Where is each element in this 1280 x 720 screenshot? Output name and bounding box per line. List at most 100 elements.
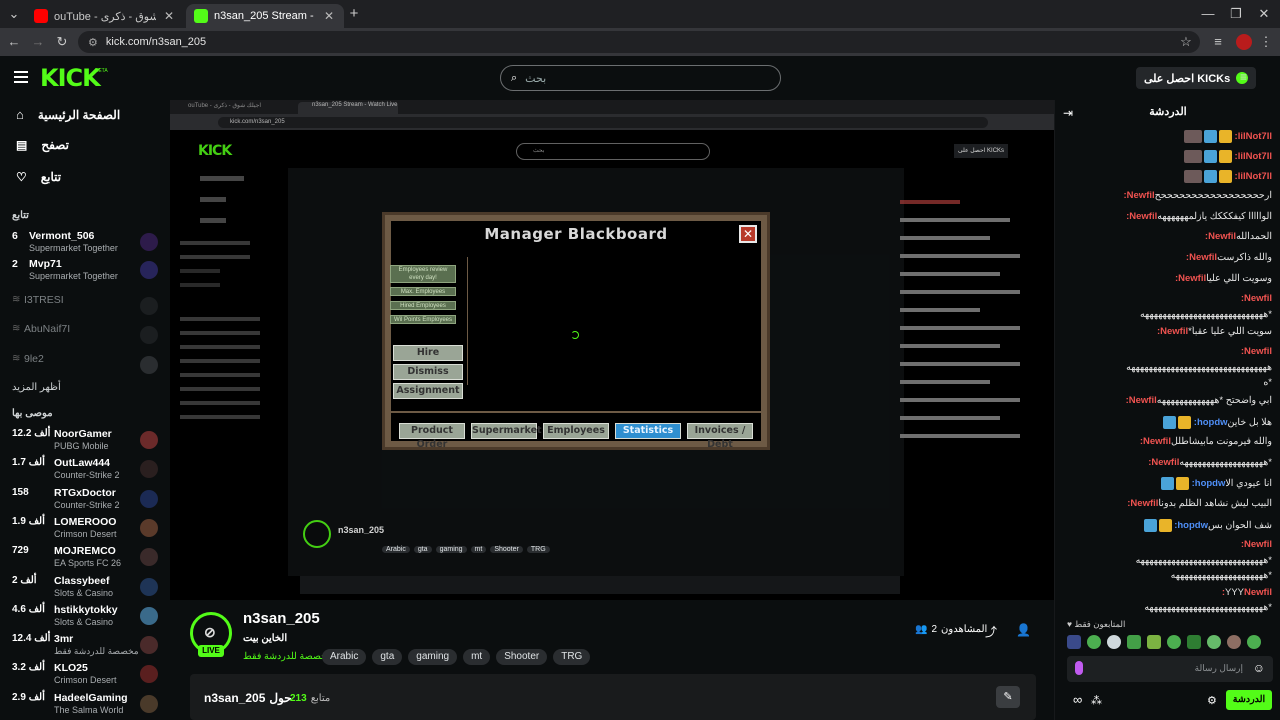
chat-username[interactable]: Newfil: bbox=[1205, 231, 1236, 242]
microphone-icon[interactable] bbox=[1075, 661, 1083, 675]
reload-icon[interactable]: ↻ bbox=[54, 34, 70, 50]
emote-icon[interactable] bbox=[1167, 635, 1181, 649]
chat-username[interactable]: lilNot7Il: bbox=[1235, 131, 1272, 142]
stream-category[interactable]: مخصصة للدردشة فقط bbox=[243, 651, 332, 662]
get-kicks-button[interactable]: احصل على KICKs bbox=[1136, 67, 1257, 89]
tab-search-icon[interactable]: ⌄ bbox=[6, 6, 22, 22]
tag[interactable]: gaming bbox=[408, 649, 458, 665]
close-icon[interactable]: ✕ bbox=[322, 9, 336, 23]
game-side-button[interactable]: Max. Employees bbox=[390, 287, 456, 296]
recommended-channel[interactable]: 729 MOJREMCO EA Sports FC 26 bbox=[10, 545, 160, 573]
chat-username[interactable]: Newfil: bbox=[1241, 539, 1272, 550]
emote-icon[interactable] bbox=[1067, 635, 1081, 649]
recommended-channel[interactable]: 2 ألف Classybeef Slots & Casino bbox=[10, 575, 160, 603]
tag[interactable]: Shooter bbox=[496, 649, 548, 665]
emote-icon[interactable] bbox=[1127, 635, 1141, 649]
game-side-button[interactable]: Employees review every day! bbox=[390, 265, 456, 283]
chat-username[interactable]: Newfil: bbox=[1175, 273, 1206, 284]
emote-icon[interactable] bbox=[1247, 635, 1261, 649]
kick-logo[interactable]: KICK bbox=[40, 64, 101, 92]
chat-send-button[interactable]: الدردشة bbox=[1226, 690, 1272, 710]
bookmark-star-icon[interactable]: ☆ bbox=[1178, 34, 1194, 50]
emote-icon[interactable] bbox=[1207, 635, 1221, 649]
tag[interactable]: TRG bbox=[553, 649, 591, 665]
following-channel-offline[interactable]: ≋ 9le2 bbox=[10, 353, 160, 381]
user-menu-icon[interactable]: ≡ bbox=[1240, 70, 1247, 84]
hamburger-menu-icon[interactable] bbox=[14, 69, 28, 85]
game-close-icon[interactable]: ✕ bbox=[739, 225, 757, 243]
game-tab-statistics[interactable]: Statistics bbox=[615, 423, 681, 439]
following-channel[interactable]: 2 Mvp71 Supermarket Together bbox=[10, 258, 160, 286]
chat-settings-icon[interactable]: ⚙ bbox=[1207, 694, 1217, 707]
recommended-channel[interactable]: 1.9 ألف LOMEROOO Crimson Desert bbox=[10, 516, 160, 544]
share-icon[interactable]: ⤴ bbox=[985, 623, 997, 640]
tag[interactable]: mt bbox=[463, 649, 491, 665]
points-icon[interactable]: ⁂ bbox=[1091, 694, 1102, 707]
streamer-username[interactable]: n3san_205 bbox=[243, 610, 320, 627]
emoji-icon[interactable]: ☺ bbox=[1253, 661, 1265, 675]
chat-username[interactable]: Newfil: bbox=[1140, 436, 1171, 447]
tab-youtube[interactable]: ouTube - اجيلك شوق - ذكرى ✕ bbox=[26, 4, 184, 28]
chat-username[interactable]: Newfil: bbox=[1241, 346, 1272, 357]
chat-username[interactable]: hopdw: bbox=[1174, 520, 1208, 531]
tag[interactable]: Arabic bbox=[322, 649, 367, 665]
nav-following[interactable]: تتابع ♡ bbox=[16, 170, 61, 184]
chat-username[interactable]: hopdw: bbox=[1194, 417, 1228, 428]
media-control-icon[interactable]: ≡ bbox=[1210, 34, 1226, 50]
chat-input[interactable]: إرسال رسالة ☺ bbox=[1067, 656, 1273, 682]
search-input[interactable]: ⌕ بحث bbox=[500, 65, 781, 91]
recommended-channel[interactable]: 4.6 ألف hstikkytokky Slots & Casino bbox=[10, 604, 160, 632]
emote-icon[interactable] bbox=[1107, 635, 1121, 649]
hire-button[interactable]: Hire bbox=[393, 345, 463, 361]
emote-icon[interactable] bbox=[1087, 635, 1101, 649]
chat-username[interactable]: lilNot7Il: bbox=[1235, 151, 1272, 162]
chat-username[interactable]: Newfil: bbox=[1241, 293, 1272, 304]
recommended-channel[interactable]: 12.2 ألف NoorGamer PUBG Mobile bbox=[10, 428, 160, 456]
close-window-icon[interactable]: ✕ bbox=[1256, 6, 1272, 22]
game-side-button[interactable]: Hired Employees bbox=[390, 301, 456, 310]
back-icon[interactable]: ← bbox=[6, 34, 22, 50]
game-tab-employees[interactable]: Employees bbox=[543, 423, 609, 439]
maximize-icon[interactable]: ❐ bbox=[1228, 6, 1244, 22]
recommended-channel[interactable]: 3.2 ألف KLO25 Crimson Desert bbox=[10, 662, 160, 690]
chat-username[interactable]: hopdw: bbox=[1192, 478, 1226, 489]
following-channel-offline[interactable]: ≋ AbuNaif7I bbox=[10, 323, 160, 351]
edit-icon[interactable]: ✎ bbox=[996, 686, 1020, 708]
chat-username[interactable]: lilNot7Il: bbox=[1235, 171, 1272, 182]
video-player[interactable]: ouTube - اجيلك شوق - ذكرى n3san_205 Stre… bbox=[170, 100, 1054, 600]
nav-home[interactable]: الصفحة الرئيسية ⌂ bbox=[16, 107, 120, 122]
chat-username[interactable]: Newfil: bbox=[1123, 190, 1154, 201]
game-tab-product-order[interactable]: Product Order bbox=[399, 423, 465, 450]
chat-username[interactable]: Newfil: bbox=[1186, 252, 1217, 263]
game-tab-invoices[interactable]: Invoices / Debt bbox=[687, 423, 753, 450]
infinity-icon[interactable]: ∞ bbox=[1073, 692, 1082, 707]
new-tab-button[interactable]: + bbox=[346, 6, 362, 22]
site-info-icon[interactable]: ⚙ bbox=[88, 36, 98, 49]
close-icon[interactable]: ✕ bbox=[162, 9, 176, 23]
tag[interactable]: gta bbox=[372, 649, 403, 665]
nav-browse[interactable]: تصفح ▤ bbox=[16, 138, 69, 152]
chat-username[interactable]: Newfil: bbox=[1148, 457, 1179, 468]
chat-username[interactable]: Newfil: bbox=[1126, 211, 1157, 222]
tab-kick[interactable]: n3san_205 Stream - Watch Live ✕ bbox=[186, 4, 344, 28]
assignment-button[interactable]: Assignment bbox=[393, 383, 463, 399]
show-more-link[interactable]: أظهر المزيد bbox=[12, 382, 61, 393]
recommended-channel[interactable]: 1.7 ألف OutLaw444 Counter-Strike 2 bbox=[10, 457, 160, 485]
minimize-icon[interactable]: — bbox=[1200, 6, 1216, 22]
chat-username[interactable]: Newfil: bbox=[1126, 395, 1157, 406]
recommended-channel[interactable]: 158 RTGxDoctor Counter-Strike 2 bbox=[10, 487, 160, 515]
chat-username[interactable]: Newfil: bbox=[1157, 326, 1188, 337]
profile-avatar[interactable] bbox=[1236, 34, 1252, 50]
browser-menu-icon[interactable]: ⋮ bbox=[1258, 34, 1274, 50]
game-tab-supermarket[interactable]: Supermarket bbox=[471, 423, 542, 439]
recommended-channel[interactable]: 2.9 ألف HadeelGaming The Salma World bbox=[10, 692, 160, 720]
following-channel-offline[interactable]: ≋ I3TRESI bbox=[10, 294, 160, 322]
emote-icon[interactable] bbox=[1147, 635, 1161, 649]
dismiss-button[interactable]: Dismiss bbox=[393, 364, 463, 380]
chat-username[interactable]: Newfil: bbox=[1127, 498, 1158, 509]
following-channel[interactable]: 6 Vermont_506 Supermarket Together bbox=[10, 230, 160, 258]
game-side-button[interactable]: Wil Points Employees bbox=[390, 315, 456, 324]
follow-user-icon[interactable]: 👤 bbox=[1016, 623, 1031, 637]
url-input[interactable]: ⚙ kick.com/n3san_205 bbox=[78, 31, 1200, 53]
emote-icon[interactable] bbox=[1227, 635, 1241, 649]
